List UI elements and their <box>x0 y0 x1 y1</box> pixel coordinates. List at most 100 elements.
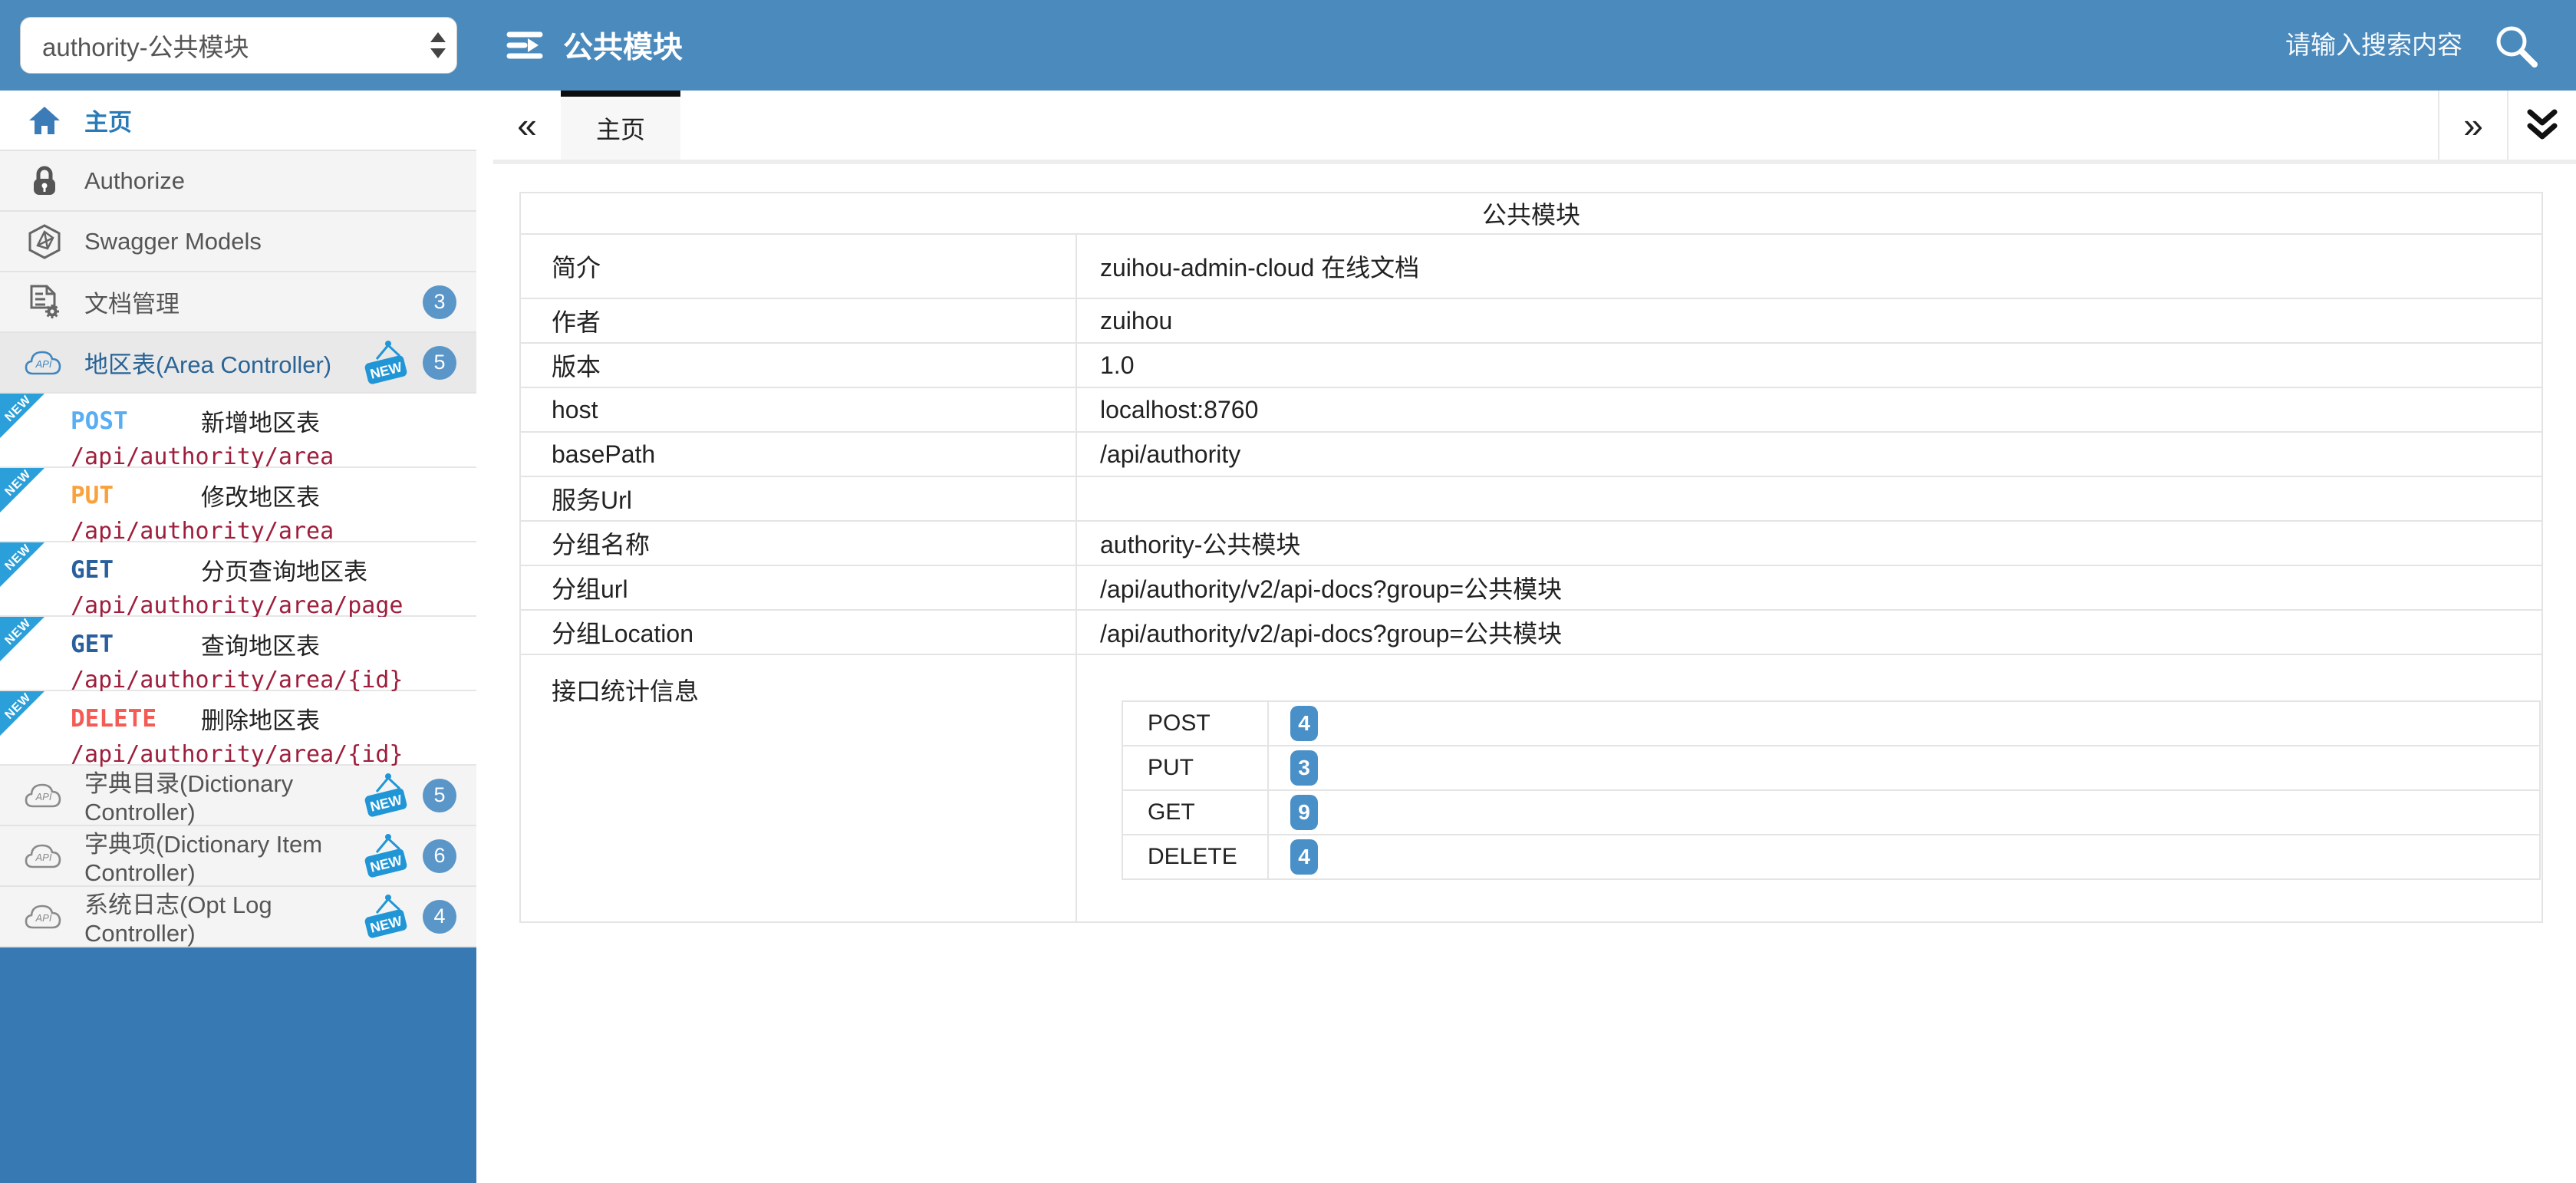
api-name: 新增地区表 <box>201 404 320 438</box>
tabs-collapse-all-button[interactable] <box>2507 91 2576 160</box>
new-tag-icon: NEW <box>360 339 412 387</box>
row-value: zuihou <box>1076 298 2542 343</box>
table-row-stats: 接口统计信息 POST 4 PUT 3 <box>520 654 2542 922</box>
sidebar-item-doc-manage[interactable]: 文档管理 3 <box>0 272 476 333</box>
api-name: 修改地区表 <box>201 478 320 512</box>
table-row: 分组Location /api/authority/v2/api-docs?gr… <box>520 610 2542 654</box>
api-cloud-icon: API <box>23 780 66 811</box>
tabs-scroll-right-button[interactable]: » <box>2438 91 2507 160</box>
api-name: 查询地区表 <box>201 627 320 661</box>
table-row: 简介 zuihou-admin-cloud 在线文档 <box>520 234 2542 298</box>
api-item-get-area-id[interactable]: NEW GET 查询地区表 /api/authority/area/{id} <box>0 617 476 691</box>
sidebar-item-label: 字典目录(Dictionary Controller) <box>84 764 360 826</box>
sidebar-item-label: Authorize <box>84 167 185 195</box>
sidebar: 主页 Authorize S <box>0 91 476 1183</box>
row-label: 分组名称 <box>520 521 1076 565</box>
method-label: GET <box>71 556 201 584</box>
stats-method: PUT <box>1122 746 1268 790</box>
count-badge: 3 <box>1290 750 1318 786</box>
count-badge: 4 <box>1290 839 1318 875</box>
stats-row: GET 9 <box>1122 790 2540 835</box>
stats-count-cell: 3 <box>1268 746 2540 790</box>
api-path: /api/authority/area/{id} <box>71 741 464 768</box>
group-select[interactable]: authority-公共模块 <box>20 17 457 74</box>
row-label: 版本 <box>520 343 1076 387</box>
sidebar-item-dictionary-item-controller[interactable]: API 字典项(Dictionary Item Controller) NEW … <box>0 826 476 887</box>
tab-label: 主页 <box>596 110 645 146</box>
sidebar-item-home[interactable]: 主页 <box>0 91 476 151</box>
api-path: /api/authority/area <box>71 443 464 470</box>
new-ribbon-icon: NEW <box>0 691 51 742</box>
stats-count-cell: 4 <box>1268 701 2540 746</box>
sidebar-item-label: 主页 <box>84 103 132 137</box>
api-cloud-icon: API <box>23 901 66 932</box>
header-bar: authority-公共模块 公共模块 <box>0 0 2576 91</box>
api-item-get-area-page[interactable]: NEW GET 分页查询地区表 /api/authority/area/page <box>0 542 476 617</box>
swagger-models-icon <box>23 224 66 259</box>
row-label: 分组Location <box>520 610 1076 654</box>
svg-text:API: API <box>35 852 52 863</box>
api-item-post-area[interactable]: NEW POST 新增地区表 /api/authority/area <box>0 394 476 468</box>
tab-home[interactable]: 主页 <box>561 91 680 160</box>
count-badge: 6 <box>423 839 456 873</box>
new-tag-icon: NEW <box>360 772 412 819</box>
api-item-put-area[interactable]: NEW PUT 修改地区表 /api/authority/area <box>0 468 476 542</box>
row-value: localhost:8760 <box>1076 387 2542 432</box>
svg-text:API: API <box>35 358 52 370</box>
sidebar-item-area-controller[interactable]: API 地区表(Area Controller) NEW 5 <box>0 333 476 394</box>
chevron-double-left-icon: « <box>517 104 537 146</box>
api-name: 分页查询地区表 <box>201 552 367 587</box>
search-icon[interactable] <box>2490 20 2541 71</box>
sidebar-item-authorize[interactable]: Authorize <box>0 151 476 212</box>
sidebar-item-label: 系统日志(Opt Log Controller) <box>84 885 360 947</box>
api-list: NEW POST 新增地区表 /api/authority/area NEW P… <box>0 394 476 766</box>
tabs-scroll-left-button[interactable]: « <box>493 91 561 160</box>
sidebar-item-opt-log-controller[interactable]: API 系统日志(Opt Log Controller) NEW 4 <box>0 887 476 947</box>
count-badge: 5 <box>423 346 456 380</box>
method-stats-table: POST 4 PUT 3 GET <box>1122 700 2541 880</box>
row-value: /api/authority <box>1076 432 2542 476</box>
table-row: host localhost:8760 <box>520 387 2542 432</box>
stats-method: POST <box>1122 701 1268 746</box>
method-label: GET <box>71 631 201 658</box>
count-badge: 5 <box>423 779 456 812</box>
row-label: 服务Url <box>520 476 1076 521</box>
row-label: host <box>520 387 1076 432</box>
new-tag-icon: NEW <box>360 893 412 941</box>
new-ribbon-icon: NEW <box>0 542 51 593</box>
search-input[interactable] <box>2131 30 2464 61</box>
api-path: /api/authority/area/{id} <box>71 667 464 694</box>
table-row: 分组url /api/authority/v2/api-docs?group=公… <box>520 565 2542 610</box>
row-value: /api/authority/v2/api-docs?group=公共模块 <box>1076 565 2542 610</box>
home-icon <box>23 105 66 136</box>
api-item-delete-area[interactable]: NEW DELETE 删除地区表 /api/authority/area/{id… <box>0 691 476 766</box>
stats-row: PUT 3 <box>1122 746 2540 790</box>
sidebar-item-label: 文档管理 <box>84 285 180 319</box>
api-name: 删除地区表 <box>201 701 320 736</box>
new-ribbon-icon: NEW <box>0 394 51 444</box>
row-label: 作者 <box>520 298 1076 343</box>
sidebar-item-dictionary-controller[interactable]: API 字典目录(Dictionary Controller) NEW 5 <box>0 766 476 826</box>
select-spinner-icon <box>430 32 446 58</box>
stats-row: POST 4 <box>1122 701 2540 746</box>
stats-count-cell: 9 <box>1268 790 2540 835</box>
sidebar-item-label: 地区表(Area Controller) <box>84 345 331 380</box>
row-label: 分组url <box>520 565 1076 610</box>
method-label: PUT <box>71 482 201 509</box>
row-label: 接口统计信息 <box>520 654 1076 922</box>
sidebar-item-label: Swagger Models <box>84 228 262 255</box>
method-label: DELETE <box>71 705 201 733</box>
stats-count-cell: 4 <box>1268 835 2540 879</box>
page-title: 公共模块 <box>563 24 683 67</box>
row-value: zuihou-admin-cloud 在线文档 <box>1076 234 2542 298</box>
table-row: 分组名称 authority-公共模块 <box>520 521 2542 565</box>
count-badge: 4 <box>423 900 456 934</box>
sidebar-item-swagger-models[interactable]: Swagger Models <box>0 212 476 272</box>
table-title-row: 公共模块 <box>520 193 2542 234</box>
sidebar-item-label: 字典项(Dictionary Item Controller) <box>84 825 360 887</box>
stats-row: DELETE 4 <box>1122 835 2540 879</box>
count-badge: 9 <box>1290 795 1318 830</box>
layout-arrow-icon <box>505 27 545 64</box>
lock-icon <box>23 165 66 197</box>
table-row: 版本 1.0 <box>520 343 2542 387</box>
